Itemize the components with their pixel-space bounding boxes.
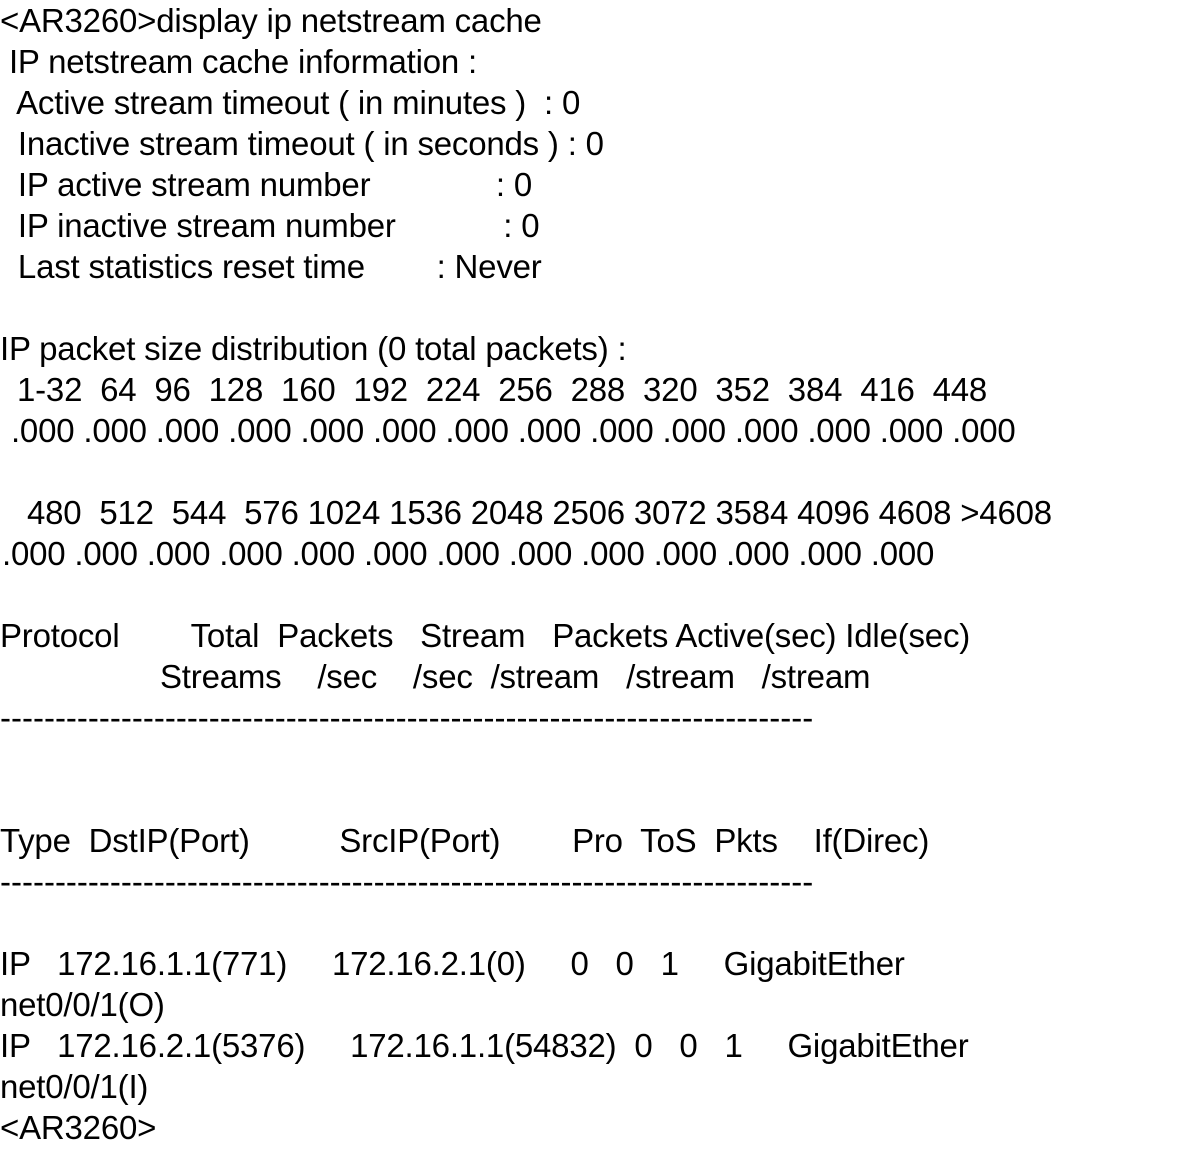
flow-table-header-row: Type DstIP(Port) SrcIP(Port) Pro ToS Pkt… bbox=[0, 822, 930, 859]
protocol-table-separator: ----------------------------------------… bbox=[0, 699, 814, 736]
packet-distribution-title: IP packet size distribution (0 total pac… bbox=[0, 330, 627, 367]
table-row: IP 172.16.2.1(5376) 172.16.1.1(54832) 0 … bbox=[0, 1027, 969, 1064]
cache-info-row-active-stream-timeout: Active stream timeout ( in minutes ) : 0 bbox=[0, 84, 581, 121]
packet-distribution-buckets-row-1: 1-32 64 96 128 160 192 224 256 288 320 3… bbox=[8, 371, 988, 408]
cache-info-row-ip-inactive-stream-number: IP inactive stream number : 0 bbox=[0, 207, 540, 244]
protocol-table-header-row-1: Protocol Total Packets Stream Packets Ac… bbox=[0, 617, 971, 654]
packet-distribution-values-row-2: .000 .000 .000 .000 .000 .000 .000 .000 … bbox=[2, 535, 935, 572]
flow-table-separator: ----------------------------------------… bbox=[0, 863, 814, 900]
packet-distribution-values-row-1: .000 .000 .000 .000 .000 .000 .000 .000 … bbox=[2, 412, 1016, 449]
cache-info-row-ip-active-stream-number: IP active stream number : 0 bbox=[0, 166, 533, 203]
command-prompt-line: <AR3260>display ip netstream cache bbox=[0, 2, 542, 39]
table-row-wrap: net0/0/1(O) bbox=[0, 986, 165, 1023]
cache-info-row-inactive-stream-timeout: Inactive stream timeout ( in seconds ) :… bbox=[0, 125, 604, 162]
table-row-wrap: net0/0/1(I) bbox=[0, 1068, 149, 1105]
protocol-table-header-row-2: Streams /sec /sec /stream /stream /strea… bbox=[160, 658, 871, 695]
cli-terminal-output[interactable]: <AR3260>display ip netstream cache IP ne… bbox=[0, 0, 1200, 1175]
table-row: IP 172.16.1.1(771) 172.16.2.1(0) 0 0 1 G… bbox=[0, 945, 905, 982]
trailing-prompt: <AR3260> bbox=[0, 1109, 157, 1146]
packet-distribution-buckets-row-2: 480 512 544 576 1024 1536 2048 2506 3072… bbox=[18, 494, 1052, 531]
cache-info-title: IP netstream cache information : bbox=[0, 43, 478, 80]
cache-info-row-last-statistics-reset-time: Last statistics reset time : Never bbox=[0, 248, 542, 285]
